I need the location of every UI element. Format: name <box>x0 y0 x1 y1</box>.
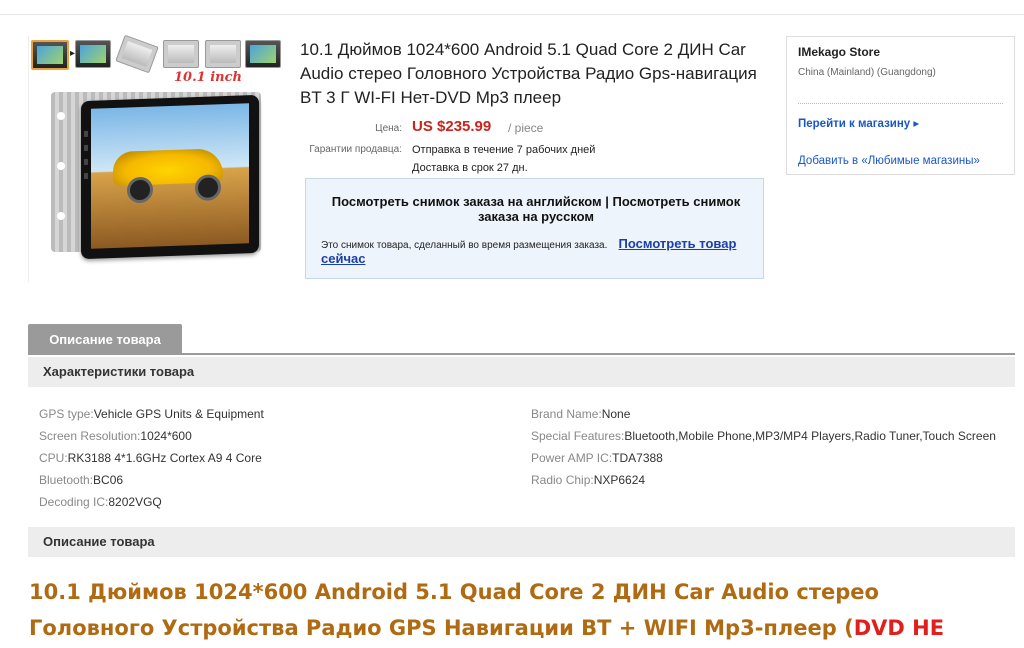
description-line-1: 10.1 Дюймов 1024*600 Android 5.1 Quad Co… <box>29 580 879 604</box>
spec-item: Brand Name:None <box>531 407 631 421</box>
delivery-time: Доставка в срок 27 дн. <box>412 162 528 174</box>
spec-item: Decoding IC:8202VGQ <box>39 495 162 509</box>
product-title: 10.1 Дюймов 1024*600 Android 5.1 Quad Co… <box>300 40 757 107</box>
spec-item: GPS type:Vehicle GPS Units & Equipment <box>39 407 264 421</box>
thumbnail-3[interactable] <box>115 34 159 74</box>
price-unit: / piece <box>508 121 544 135</box>
spec-item: CPU:RK3188 4*1.6GHz Cortex A9 4 Core <box>39 451 262 465</box>
spec-item: Bluetooth:BC06 <box>39 473 124 487</box>
product-gallery: ▸ 10.1 inch <box>28 34 281 282</box>
spec-item: Power AMP IC:TDA7388 <box>531 451 663 465</box>
thumbnail-5[interactable] <box>205 40 241 68</box>
store-card: IMekago Store China (Mainland) (Guangdon… <box>786 36 1015 175</box>
description-highlight: DVD НЕ <box>853 616 945 640</box>
snapshot-body: Это снимок товара, сделанный во время ра… <box>321 237 751 267</box>
visit-store-label: Перейти к магазину <box>798 118 911 130</box>
thumbnail-6[interactable] <box>245 40 281 68</box>
spec-item: Radio Chip:NXP6624 <box>531 473 646 487</box>
tab-description[interactable]: Описание товара <box>28 324 182 355</box>
description-header: Описание товара <box>28 527 1015 557</box>
product-main-image[interactable] <box>51 92 261 260</box>
top-divider <box>0 14 1024 15</box>
price-label: Цена: <box>375 123 402 134</box>
spec-item: Screen Resolution:1024*600 <box>39 429 192 443</box>
add-favorite-store-link[interactable]: Добавить в «Любимые магазины» <box>798 155 980 167</box>
snapshot-text: Это снимок товара, сделанный во время ра… <box>321 240 608 251</box>
description-text: 10.1 Дюймов 1024*600 Android 5.1 Quad Co… <box>29 574 1019 646</box>
store-name[interactable]: IMekago Store <box>798 45 880 59</box>
dispatch-time: Отправка в течение 7 рабочих дней <box>412 144 596 156</box>
thumbnail-2[interactable] <box>75 40 111 68</box>
product-price: US $235.99 <box>412 118 492 135</box>
guarantee-label: Гарантии продавца: <box>309 144 402 155</box>
thumbnail-4[interactable] <box>163 40 199 68</box>
snapshot-language-links[interactable]: Посмотреть снимок заказа на английском |… <box>326 194 746 224</box>
image-brand-text: 10.1 inch <box>174 70 242 85</box>
visit-store-link[interactable]: Перейти к магазину ▸ <box>798 116 919 130</box>
thumbnail-1[interactable] <box>31 40 69 70</box>
description-line-2: Головного Устройства Радио GPS Навигации… <box>29 616 945 640</box>
spec-item: Special Features:Bluetooth,Mobile Phone,… <box>531 429 996 443</box>
specs-header: Характеристики товара <box>28 357 1015 387</box>
store-location: China (Mainland) (Guangdong) <box>798 67 936 78</box>
snapshot-notice: Посмотреть снимок заказа на английском |… <box>305 178 764 279</box>
tab-bar: Описание товара <box>28 324 1015 355</box>
store-divider <box>798 103 1003 104</box>
chevron-right-icon: ▸ <box>913 118 920 130</box>
